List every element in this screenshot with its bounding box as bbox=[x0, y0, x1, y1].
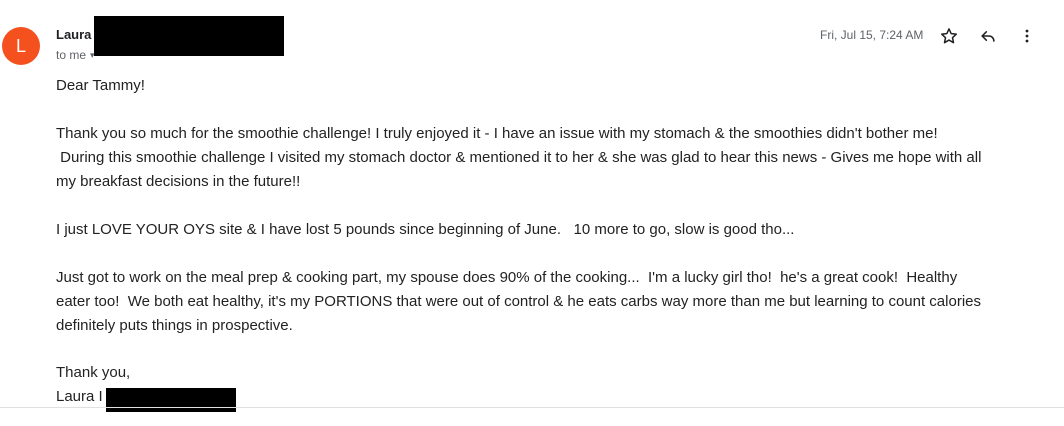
chevron-down-icon[interactable]: ▾ bbox=[90, 50, 95, 61]
body-line: my breakfast decisions in the future!! bbox=[56, 173, 301, 190]
body-line: definitely puts things in prospective. bbox=[56, 317, 293, 334]
signature: Laura I bbox=[56, 385, 1056, 412]
body-line: During this smoothie challenge I visited… bbox=[56, 149, 982, 166]
sender-name[interactable]: Laura bbox=[56, 27, 91, 42]
body-line: I just LOVE YOUR OYS site & I have lost … bbox=[56, 221, 795, 238]
star-button[interactable] bbox=[935, 22, 963, 50]
to-label: to me bbox=[56, 48, 87, 62]
timestamp: Fri, Jul 15, 7:24 AM bbox=[820, 28, 924, 42]
recipient-line[interactable]: to me ▾ bbox=[56, 48, 95, 62]
redaction-box bbox=[105, 388, 236, 412]
body-line: eater too! We both eat healthy, it's my … bbox=[56, 293, 981, 310]
body-line: Thank you so much for the smoothie chall… bbox=[56, 125, 938, 142]
closing: Thank you, bbox=[56, 364, 131, 381]
avatar[interactable]: L bbox=[2, 27, 40, 65]
email-body: Dear Tammy! Thank you so much for the sm… bbox=[56, 74, 1056, 412]
more-options-button[interactable] bbox=[1013, 22, 1041, 50]
reply-icon bbox=[981, 31, 995, 42]
star-icon bbox=[941, 28, 957, 44]
redaction-box bbox=[94, 16, 284, 56]
divider bbox=[0, 407, 1064, 408]
body-line: Just got to work on the meal prep & cook… bbox=[56, 269, 958, 286]
greeting: Dear Tammy! bbox=[56, 77, 145, 94]
reply-button[interactable] bbox=[974, 22, 1002, 50]
signature-name: Laura I bbox=[56, 388, 103, 405]
more-vert-icon bbox=[1025, 29, 1029, 43]
